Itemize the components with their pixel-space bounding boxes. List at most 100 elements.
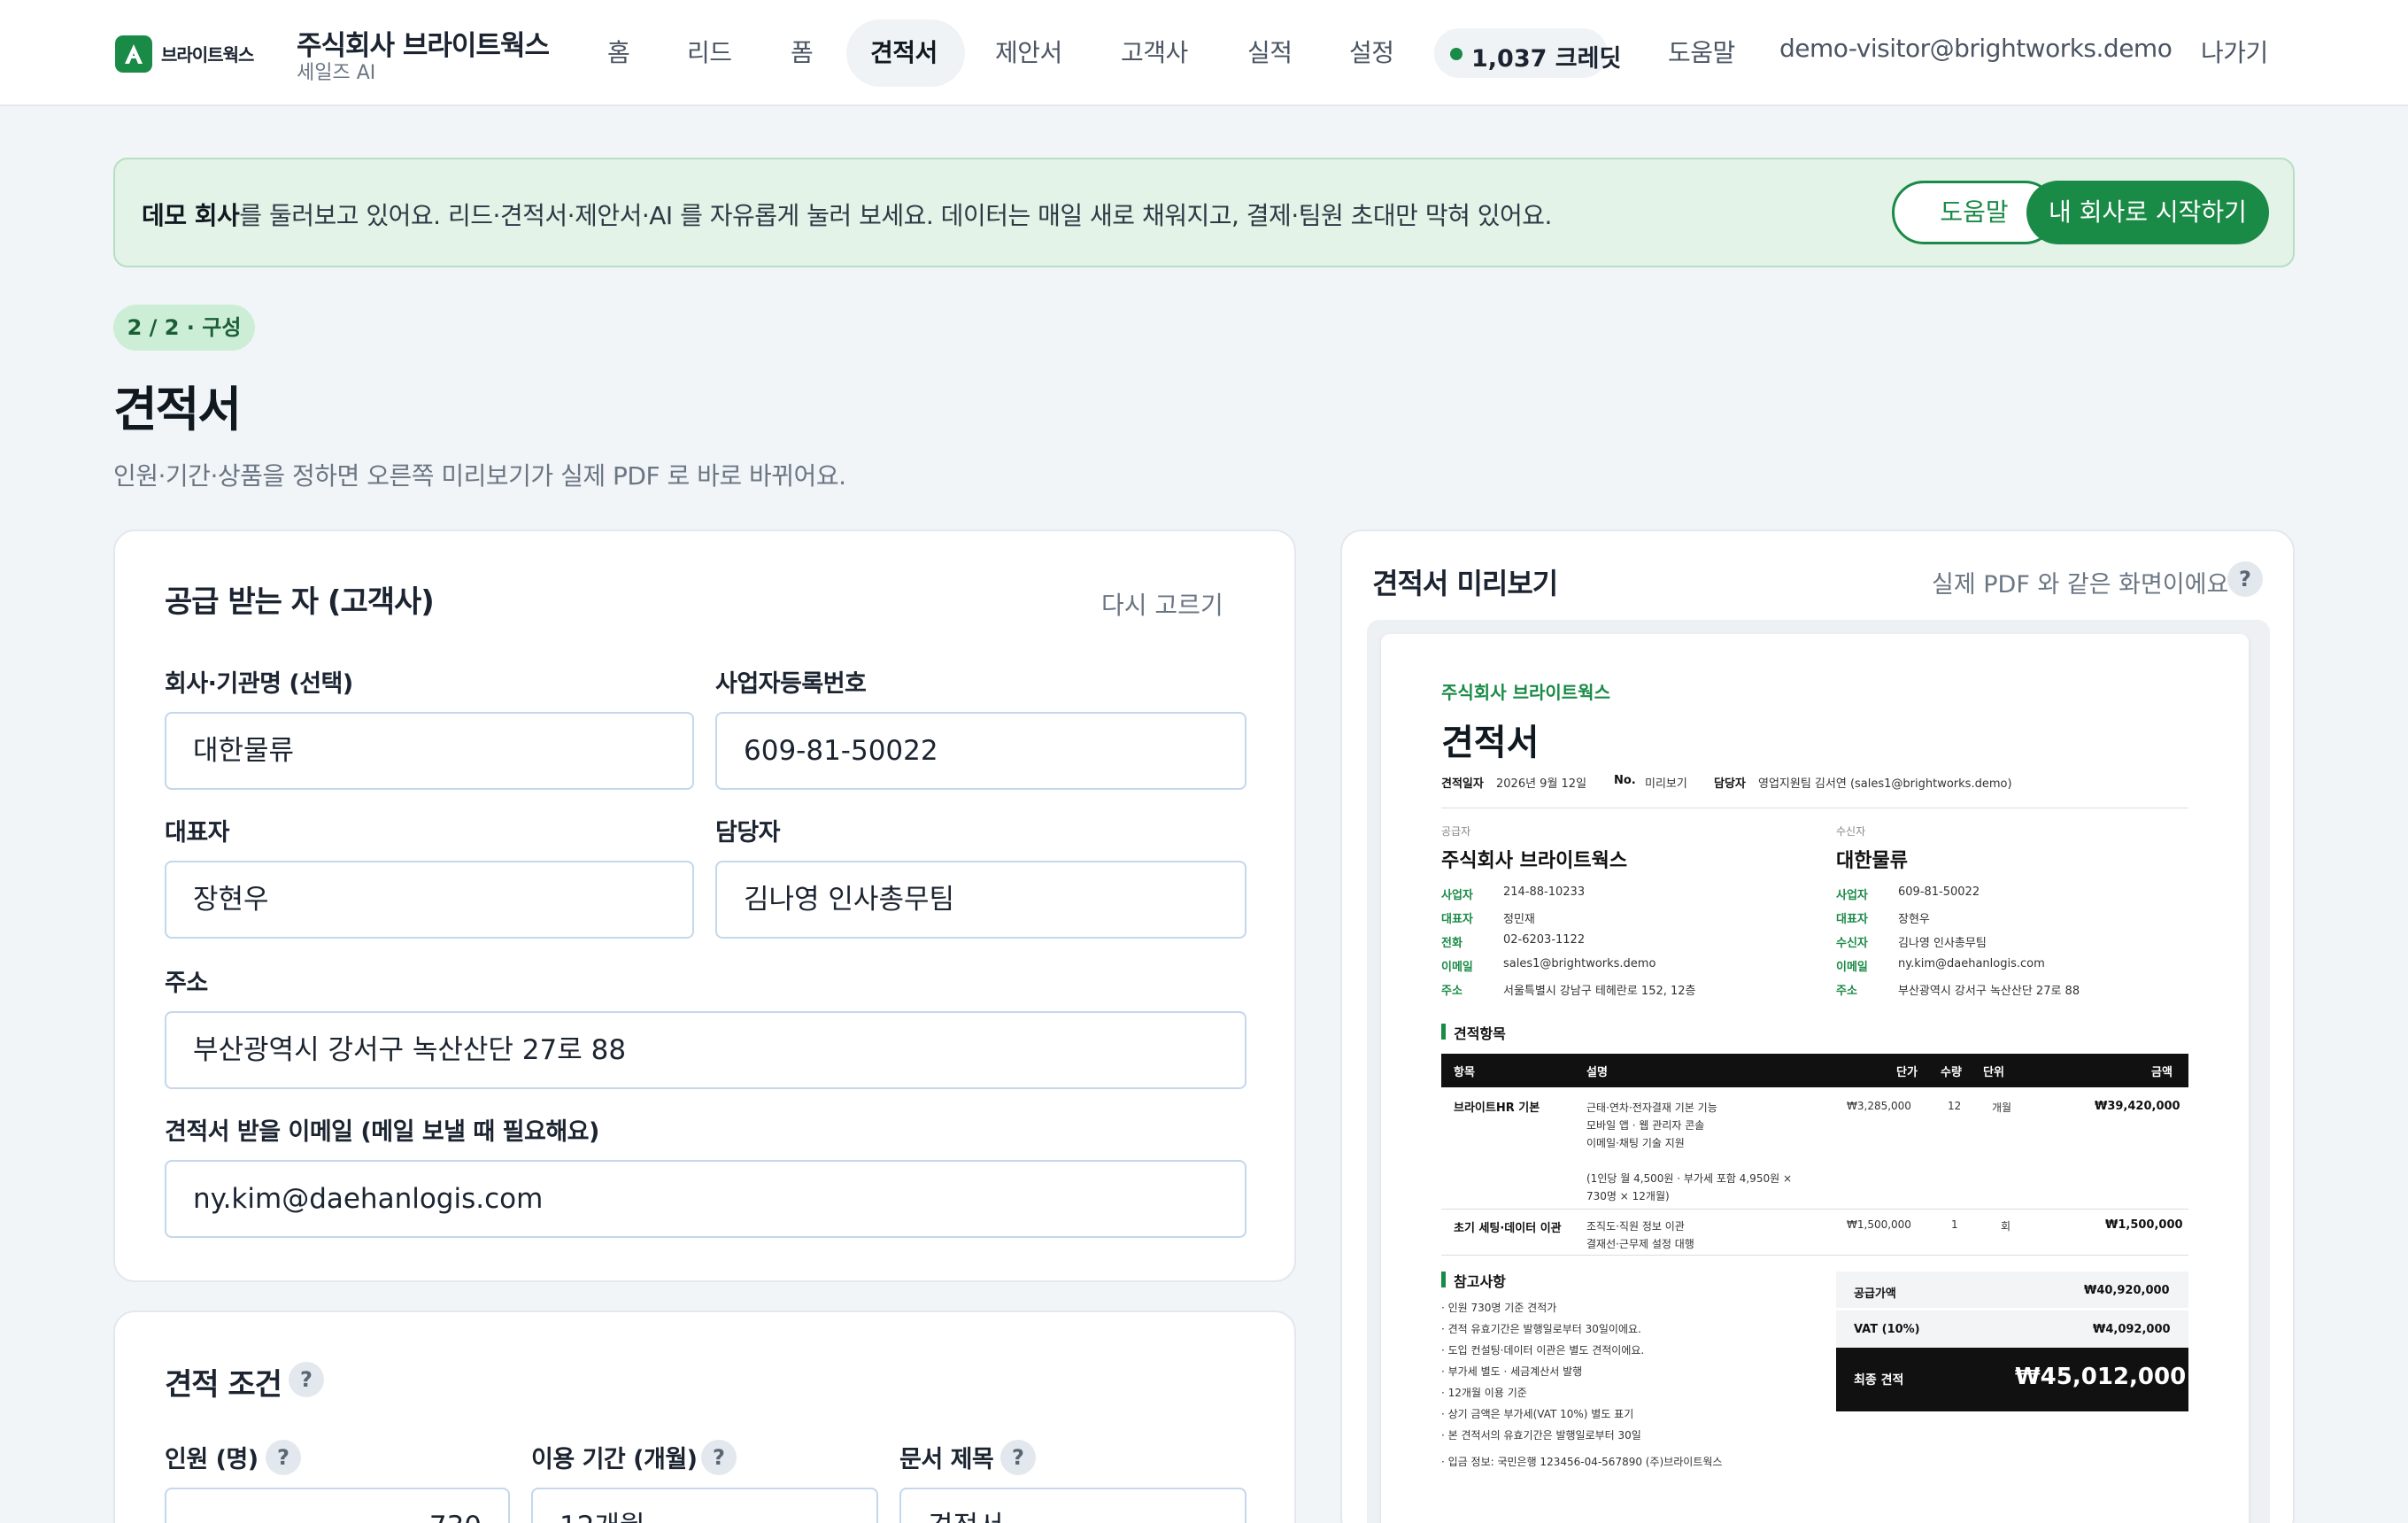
final-total-row: 최종 견적 ₩45,012,000 bbox=[1836, 1348, 2188, 1411]
doc-supplier-brand: 주식회사 브라이트웍스 bbox=[1441, 682, 1610, 703]
nav-quotes[interactable]: 견적서 bbox=[870, 34, 938, 69]
headcount-input[interactable]: 730 bbox=[165, 1488, 510, 1523]
bizno-label: 사업자등록번호 bbox=[715, 670, 867, 698]
total-value: ₩45,012,000 bbox=[2015, 1364, 2187, 1390]
period-help-icon[interactable]: ? bbox=[701, 1440, 737, 1475]
supplier-name: 주식회사 브라이트웍스 bbox=[1441, 850, 1628, 872]
preview-title: 견적서 미리보기 bbox=[1372, 567, 1558, 600]
email-input[interactable]: ny.kim@daehanlogis.com bbox=[165, 1160, 1246, 1238]
notes-heading-bar bbox=[1441, 1272, 1446, 1287]
col-amount: 금액 bbox=[2151, 1066, 2173, 1079]
company-input[interactable]: 대한물류 bbox=[165, 712, 694, 790]
note-item: · 부가세 별도 · 세금계산서 발행 bbox=[1441, 1365, 1583, 1378]
info-value: 장현우 bbox=[1898, 913, 1930, 926]
row1-desc-6: 730명 × 12개월) bbox=[1586, 1190, 1670, 1202]
info-label: 이메일 bbox=[1441, 961, 1473, 974]
row1-desc-5: (1인당 월 4,500원 · 부가세 포함 4,950원 × bbox=[1586, 1172, 1792, 1185]
reselect-customer-link[interactable]: 다시 고르기 bbox=[1101, 586, 1223, 622]
nav-leads[interactable]: 리드 bbox=[687, 34, 732, 69]
vat-value: ₩4,092,000 bbox=[2093, 1323, 2171, 1336]
info-label: 대표자 bbox=[1441, 913, 1473, 926]
headcount-help-icon[interactable]: ? bbox=[266, 1440, 301, 1475]
total-label: 최종 견적 bbox=[1854, 1373, 1904, 1388]
demo-banner-message: 를 둘러보고 있어요. 리드·견적서·제안서·AI 를 자유롭게 눌러 보세요.… bbox=[239, 201, 1552, 230]
table-row: 초기 세팅·데이터 이관 조직도·직원 정보 이관 결재선·근무제 설정 대행 … bbox=[1441, 1210, 2188, 1256]
row1-price: ₩3,285,000 bbox=[1847, 1100, 1911, 1112]
info-label: 사업자 bbox=[1441, 889, 1473, 902]
start-own-company-button[interactable]: 내 회사로 시작하기 bbox=[2026, 181, 2269, 244]
headcount-label: 인원 (명) bbox=[165, 1446, 259, 1473]
row1-desc-2: 모바일 앱 · 웹 관리자 콘솔 bbox=[1586, 1119, 1705, 1132]
note-item: · 본 견적서의 유효기간은 발행일로부터 30일 bbox=[1441, 1429, 1641, 1442]
conditions-card: 견적 조건 ? 인원 (명) ? 730 이용 기간 (개월) ? 12개월 문… bbox=[113, 1310, 1296, 1523]
note-item: · 12개월 이용 기준 bbox=[1441, 1387, 1527, 1399]
doc-title: 견적서 bbox=[1441, 723, 1540, 763]
items-heading: 견적항목 bbox=[1454, 1025, 1506, 1042]
preview-help-icon[interactable]: ? bbox=[2227, 561, 2263, 597]
ceo-input[interactable]: 장현우 bbox=[165, 861, 694, 939]
row2-price: ₩1,500,000 bbox=[1847, 1218, 1911, 1231]
row2-item: 초기 세팅·데이터 이관 bbox=[1454, 1222, 1562, 1235]
note-item: · 도입 컨설팅·데이터 이관은 별도 견적이에요. bbox=[1441, 1344, 1645, 1357]
info-label: 이메일 bbox=[1836, 961, 1868, 974]
logo-icon[interactable] bbox=[115, 35, 152, 73]
supplier-caption: 공급자 bbox=[1441, 825, 1471, 838]
doc-date-label: 견적일자 bbox=[1441, 777, 1484, 791]
info-label: 전화 bbox=[1441, 937, 1463, 950]
row2-desc-2: 결재선·근무제 설정 대행 bbox=[1586, 1238, 1694, 1250]
demo-banner-text: 데모 회사를 둘러보고 있어요. 리드·견적서·제안서·AI 를 자유롭게 눌러… bbox=[142, 197, 1552, 232]
contact-input[interactable]: 김나영 인사총무팀 bbox=[715, 861, 1246, 939]
quote-document: 주식회사 브라이트웍스 견적서 견적일자 2026년 9월 12일 No. 미리… bbox=[1381, 634, 2249, 1523]
vat-label: VAT (10%) bbox=[1854, 1323, 1920, 1336]
doc-title-input[interactable]: 견적서 bbox=[899, 1488, 1246, 1523]
page-description: 인원·기간·상품을 정하면 오른쪽 미리보기가 실제 PDF 로 바로 바뀌어요… bbox=[113, 461, 846, 491]
note-item: · 인원 730명 기준 견적가 bbox=[1441, 1302, 1557, 1314]
nav-help[interactable]: 도움말 bbox=[1668, 34, 1735, 69]
demo-banner-bold: 데모 회사 bbox=[142, 201, 240, 230]
user-email[interactable]: demo-visitor@brightworks.demo bbox=[1779, 34, 2173, 63]
doc-owner-value: 영업지원팀 김서연 (sales1@brightworks.demo) bbox=[1758, 777, 2012, 791]
conditions-help-icon[interactable]: ? bbox=[289, 1362, 324, 1397]
credit-badge[interactable]: 1,037 크레딧 bbox=[1434, 28, 1621, 78]
logout-link[interactable]: 나가기 bbox=[2201, 34, 2268, 69]
info-label: 수신자 bbox=[1836, 937, 1868, 950]
info-label: 대표자 bbox=[1836, 913, 1868, 926]
address-label: 주소 bbox=[165, 970, 208, 997]
address-input[interactable]: 부산광역시 강서구 녹산산단 27로 88 bbox=[165, 1011, 1246, 1089]
nav-proposals[interactable]: 제안서 bbox=[995, 34, 1062, 69]
info-value: 정민재 bbox=[1503, 913, 1535, 926]
note-item: · 입금 정보: 국민은행 123456-04-567890 (주)브라이트웍스 bbox=[1441, 1456, 1723, 1468]
row2-amount: ₩1,500,000 bbox=[2105, 1218, 2183, 1232]
nav-home[interactable]: 홈 bbox=[607, 34, 630, 69]
note-item: · 견적 유효기간은 발행일로부터 30일이에요. bbox=[1441, 1323, 1641, 1335]
col-unit: 단위 bbox=[1983, 1066, 2004, 1079]
row1-qty: 12 bbox=[1948, 1100, 1962, 1112]
col-desc: 설명 bbox=[1586, 1066, 1608, 1079]
doc-no-label: No. bbox=[1614, 774, 1636, 787]
nav-forms[interactable]: 폼 bbox=[791, 34, 814, 69]
row2-qty: 1 bbox=[1951, 1218, 1958, 1231]
row1-unit: 개월 bbox=[1992, 1102, 2012, 1114]
col-item: 항목 bbox=[1454, 1066, 1475, 1079]
recipient-card-title: 공급 받는 자 (고객사) bbox=[165, 584, 435, 620]
row1-item: 브라이트HR 기본 bbox=[1454, 1102, 1540, 1115]
supply-value: ₩40,920,000 bbox=[2084, 1284, 2170, 1297]
bizno-input[interactable]: 609-81-50022 bbox=[715, 712, 1246, 790]
row1-desc-1: 근태·연차·전자결재 기본 기능 bbox=[1586, 1102, 1717, 1114]
preview-frame: 주식회사 브라이트웍스 견적서 견적일자 2026년 9월 12일 No. 미리… bbox=[1367, 620, 2270, 1523]
col-price: 단가 bbox=[1896, 1066, 1918, 1079]
col-qty: 수량 bbox=[1941, 1066, 1962, 1079]
row2-desc-1: 조직도·직원 정보 이관 bbox=[1586, 1220, 1685, 1233]
info-value: 서울특별시 강남구 테헤란로 152, 12층 bbox=[1503, 985, 1696, 998]
doc-date-value: 2026년 9월 12일 bbox=[1496, 777, 1587, 791]
nav-customers[interactable]: 고객사 bbox=[1121, 34, 1188, 69]
nav-performance[interactable]: 실적 bbox=[1247, 34, 1293, 69]
receiver-name: 대한물류 bbox=[1836, 850, 1908, 872]
items-table-header: 항목 설명 단가 수량 단위 금액 bbox=[1441, 1054, 2188, 1087]
doc-title-help-icon[interactable]: ? bbox=[1000, 1440, 1036, 1475]
preview-card: 견적서 미리보기 실제 PDF 와 같은 화면이에요 ? 주식회사 브라이트웍스… bbox=[1340, 530, 2295, 1523]
logo-text[interactable]: 브라이트웍스 bbox=[161, 41, 254, 66]
nav-settings[interactable]: 설정 bbox=[1349, 34, 1394, 69]
period-select[interactable]: 12개월 bbox=[531, 1488, 878, 1523]
row1-amount: ₩39,420,000 bbox=[2095, 1100, 2180, 1113]
